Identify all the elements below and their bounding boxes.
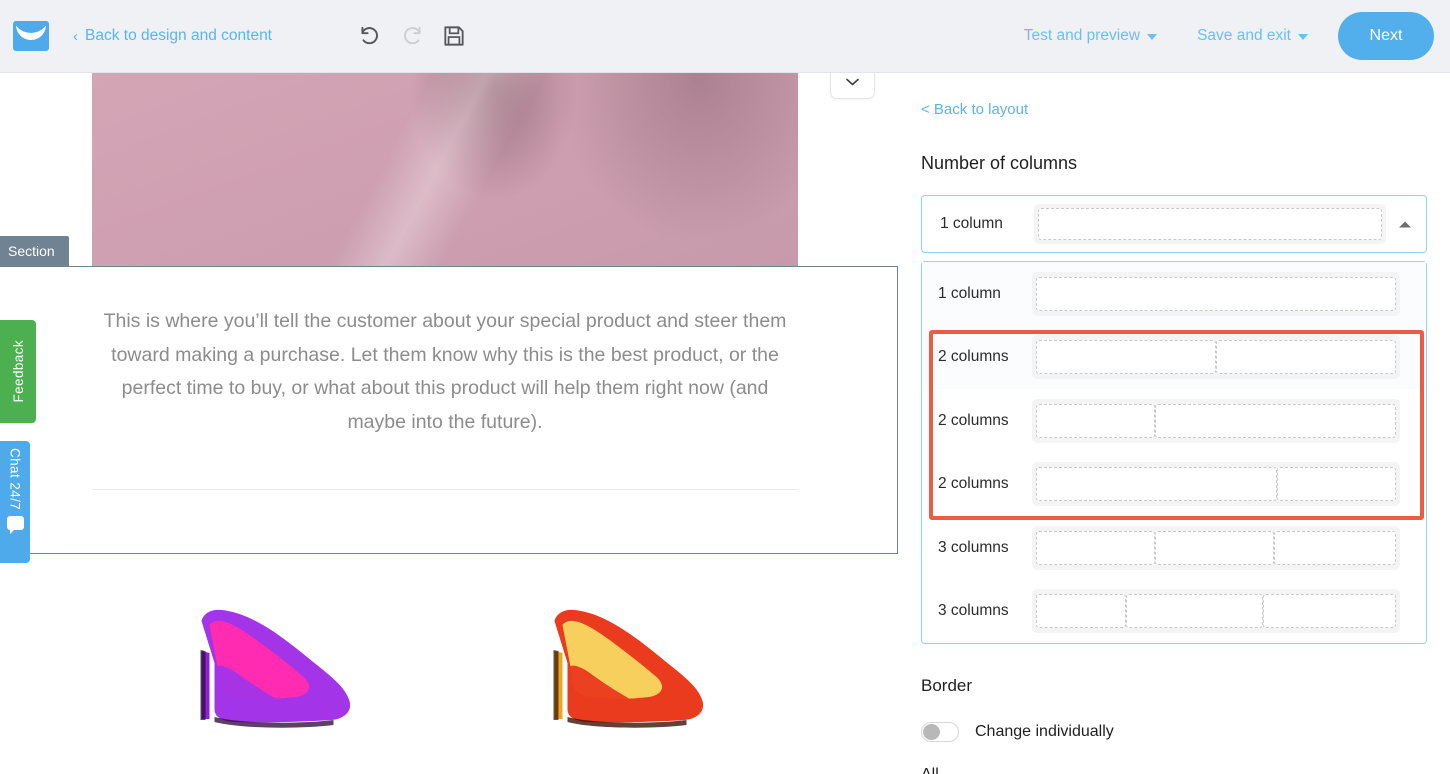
option-label: 3 columns bbox=[938, 538, 1009, 556]
product-cell[interactable] bbox=[92, 583, 445, 773]
email-sheet: Section This is where you’ll tell the cu… bbox=[0, 73, 898, 774]
dropdown-option-2-columns-50-50[interactable]: 2 columns bbox=[922, 325, 1426, 389]
dropdown-option-2-columns-67-33[interactable]: 2 columns bbox=[922, 453, 1426, 517]
chevron-left-icon: ‹ bbox=[73, 27, 78, 45]
dropdown-option-3-columns-equal[interactable]: 3 columns bbox=[922, 516, 1426, 580]
red-high-heel-shoe-icon bbox=[553, 609, 703, 728]
option-preview bbox=[1032, 398, 1400, 443]
option-preview bbox=[1032, 589, 1400, 634]
history-button-group bbox=[357, 23, 467, 49]
chat-tab-label: Chat 24/7 bbox=[7, 448, 23, 511]
caret-up-icon[interactable] bbox=[1394, 220, 1416, 229]
panel-title: Number of columns bbox=[921, 153, 1078, 173]
number-of-columns-select[interactable]: 1 column bbox=[921, 195, 1427, 253]
top-toolbar: ‹ Back to design and content Test and pr… bbox=[0, 0, 1450, 73]
undo-icon[interactable] bbox=[357, 23, 383, 49]
chevron-down-icon bbox=[1147, 34, 1158, 40]
section-badge[interactable]: Section bbox=[0, 236, 69, 266]
dropdown-option-2-columns-33-67[interactable]: 2 columns bbox=[922, 389, 1426, 453]
option-label: 1 column bbox=[938, 284, 1001, 302]
chat-bubble-icon bbox=[6, 516, 24, 535]
feedback-tab[interactable]: Feedback bbox=[0, 320, 36, 423]
option-label: 3 columns bbox=[938, 602, 1009, 620]
test-and-preview-label: Test and preview bbox=[1023, 27, 1141, 44]
dropdown-option-3-columns-25-38-37[interactable]: 3 columns bbox=[922, 580, 1426, 644]
product-image-row bbox=[92, 583, 798, 773]
collapse-section-button[interactable] bbox=[830, 73, 875, 99]
horizontal-divider bbox=[92, 489, 798, 490]
save-and-exit-label: Save and exit bbox=[1197, 27, 1291, 44]
back-to-design-and-content-link[interactable]: ‹ Back to design and content bbox=[73, 27, 272, 45]
option-label: 2 columns bbox=[938, 411, 1009, 429]
selected-option-label: 1 column bbox=[940, 215, 1003, 232]
all-label: All bbox=[921, 766, 1427, 774]
settings-panel: < Back to layout Number of columns 1 col… bbox=[898, 73, 1450, 774]
dropdown-option-1-column[interactable]: 1 column bbox=[922, 262, 1426, 326]
option-preview bbox=[1032, 525, 1400, 570]
change-individually-label: Change individually bbox=[975, 723, 1114, 740]
option-label: 2 columns bbox=[938, 348, 1009, 366]
option-preview bbox=[1032, 462, 1400, 507]
redo-icon bbox=[404, 26, 421, 45]
number-of-columns-dropdown[interactable]: 1 column 2 columns 2 columns 2 columns 3… bbox=[921, 261, 1427, 644]
test-and-preview-menu[interactable]: Test and preview bbox=[1023, 27, 1158, 45]
next-button[interactable]: Next bbox=[1338, 12, 1434, 60]
option-preview bbox=[1032, 335, 1400, 380]
product-cell[interactable] bbox=[445, 583, 798, 773]
selected-option-preview bbox=[1034, 204, 1386, 244]
back-to-layout-link[interactable]: < Back to layout bbox=[921, 101, 1028, 118]
chat-tab[interactable]: Chat 24/7 bbox=[0, 441, 30, 563]
feedback-tab-label: Feedback bbox=[10, 340, 26, 403]
purple-high-heel-shoe-icon bbox=[200, 609, 350, 728]
section-body-text[interactable]: This is where you’ll tell the customer a… bbox=[92, 305, 798, 439]
toggle-knob bbox=[923, 724, 940, 740]
chevron-down-icon bbox=[1298, 34, 1308, 40]
option-preview bbox=[1032, 271, 1400, 316]
change-individually-toggle[interactable] bbox=[921, 722, 959, 742]
mailchimp-envelope-logo[interactable] bbox=[13, 21, 49, 51]
border-section-title: Border bbox=[921, 676, 973, 695]
save-and-exit-menu[interactable]: Save and exit bbox=[1197, 27, 1308, 45]
chevron-down-icon bbox=[846, 78, 859, 85]
back-link-label: Back to design and content bbox=[85, 27, 272, 44]
option-label: 2 columns bbox=[938, 475, 1009, 493]
change-individually-row: Change individually bbox=[921, 722, 1427, 742]
save-disk-icon[interactable] bbox=[441, 23, 467, 49]
email-canvas[interactable]: Section This is where you’ll tell the cu… bbox=[0, 73, 898, 774]
hero-image[interactable] bbox=[92, 73, 798, 266]
